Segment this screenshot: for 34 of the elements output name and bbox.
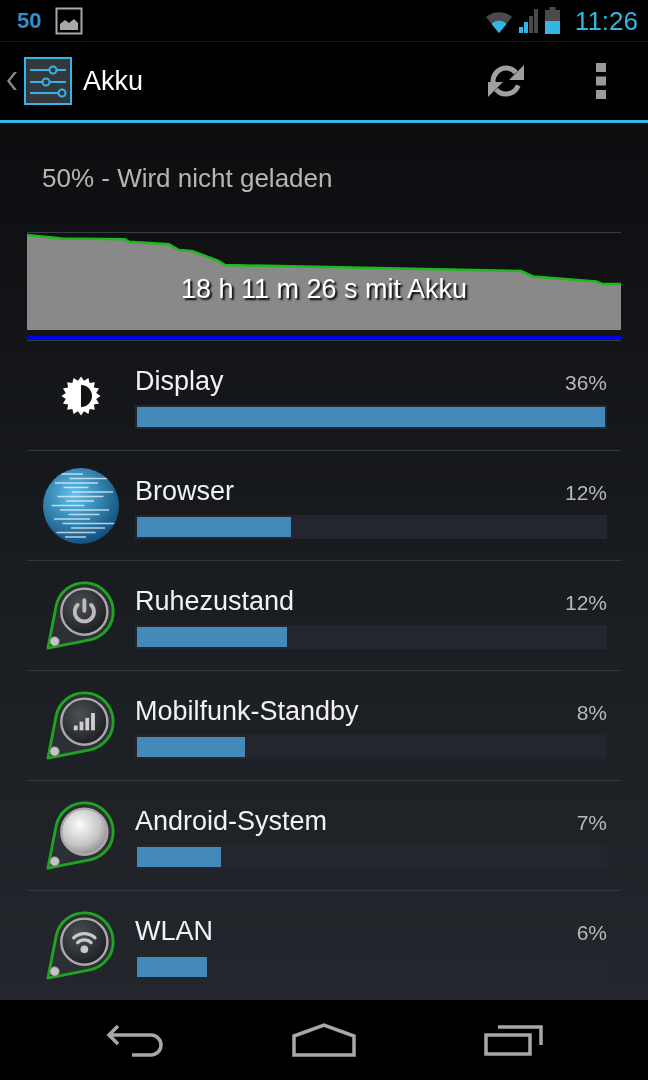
usage-name: Android-System — [135, 805, 328, 837]
notification-number: 50 — [17, 8, 42, 33]
caret-icon — [7, 71, 18, 91]
usage-name: Ruhezustand — [135, 585, 295, 617]
usage-percent: 12% — [564, 590, 607, 616]
home-icon — [292, 1023, 356, 1057]
power-button-icon — [45, 579, 117, 652]
usage-name: Display — [135, 365, 224, 397]
recents-button[interactable] — [484, 1024, 544, 1056]
signal-bars-icon — [45, 689, 117, 762]
usage-percent: 12% — [564, 480, 607, 506]
usage-percent: 8% — [576, 700, 607, 726]
back-button[interactable] — [105, 1023, 163, 1057]
home-button[interactable] — [292, 1023, 356, 1057]
back-arrow-icon — [105, 1023, 163, 1057]
wifi-icon — [45, 910, 117, 982]
globe-icon — [42, 466, 120, 545]
clock-time: 11:26 — [574, 5, 638, 36]
usage-name: Mobilfunk-Standby — [135, 695, 359, 727]
screen-title: Akku — [83, 65, 145, 97]
usage-percent: 7% — [576, 810, 607, 836]
overflow-menu-icon — [596, 63, 606, 99]
brightness-icon — [61, 375, 101, 416]
usage-percent: 36% — [564, 370, 607, 396]
graph-caption: 18 h 11 m 26 s mit Akku — [180, 272, 468, 305]
sliders-icon — [24, 57, 72, 105]
usage-name: WLAN — [135, 915, 213, 947]
recent-apps-icon — [484, 1024, 544, 1056]
charge-status-text: 50% - Wird nicht geladen — [41, 162, 334, 195]
signal-icon — [517, 7, 540, 34]
image-icon — [55, 6, 84, 35]
battery-icon — [544, 7, 560, 34]
usage-percent: 6% — [576, 920, 607, 946]
usage-name: Browser — [135, 475, 235, 507]
